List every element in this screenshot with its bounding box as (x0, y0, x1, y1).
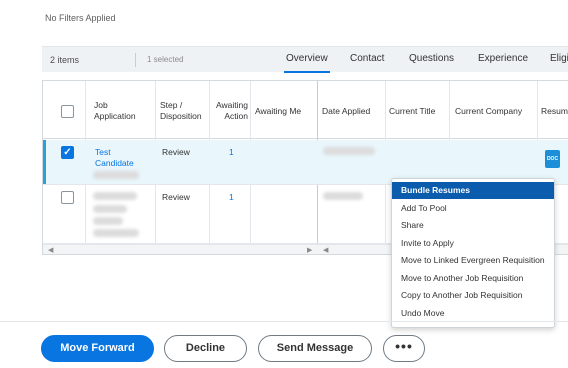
row-checkbox-checked[interactable]: ✓ (61, 146, 74, 159)
table-header: Job Application Step / Disposition Await… (43, 81, 568, 139)
redacted-text (93, 217, 123, 225)
row-checkbox[interactable] (61, 191, 74, 204)
redacted-text (93, 229, 139, 237)
move-forward-button[interactable]: Move Forward (41, 335, 154, 362)
step-value: Review (162, 147, 190, 157)
awaiting-action-link[interactable]: 1 (229, 147, 234, 158)
send-message-button[interactable]: Send Message (258, 335, 372, 362)
more-actions-button[interactable]: ••• (383, 335, 425, 362)
scroll-right-icon[interactable]: ▶ (307, 245, 312, 254)
select-all-checkbox[interactable] (61, 105, 74, 118)
tab-contact[interactable]: Contact (350, 53, 384, 64)
col-current-title[interactable]: Current Title (389, 81, 451, 139)
tab-overview[interactable]: Overview (284, 53, 330, 73)
redacted-text (93, 192, 137, 200)
menu-item-move-another-requisition[interactable]: Move to Another Job Requisition (392, 270, 554, 287)
grid-toolbar: 2 items 1 selected Overview Contact Ques… (42, 46, 568, 73)
menu-item-undo-move[interactable]: Undo Move (392, 305, 554, 322)
scroll-left-icon[interactable]: ◀ (323, 245, 328, 254)
filters-status: No Filters Applied (45, 13, 116, 23)
tab-questions[interactable]: Questions (409, 53, 454, 64)
selected-count: 1 selected (147, 55, 184, 64)
step-value: Review (162, 192, 190, 202)
col-awaiting-me[interactable]: Awaiting Me (255, 81, 315, 139)
decline-button[interactable]: Decline (164, 335, 247, 362)
menu-item-bundle-resumes[interactable]: Bundle Resumes (392, 182, 554, 199)
col-job-application[interactable]: Job Application (94, 81, 154, 139)
menu-item-move-linked-evergreen[interactable]: Move to Linked Evergreen Requisition (392, 252, 554, 269)
menu-item-add-to-pool[interactable]: Add To Pool (392, 200, 554, 217)
menu-item-copy-another-requisition[interactable]: Copy to Another Job Requisition (392, 287, 554, 304)
item-count: 2 items (50, 55, 80, 65)
redacted-date (323, 192, 363, 200)
redacted-date (323, 147, 375, 155)
col-awaiting-action[interactable]: Awaiting Action (210, 81, 248, 139)
tab-eligibility[interactable]: Eligi (550, 53, 568, 64)
doc-icon[interactable]: DOC (545, 150, 560, 168)
tab-experience[interactable]: Experience (478, 53, 528, 64)
toolbar-divider (135, 53, 136, 67)
col-resume[interactable]: Resum (541, 81, 568, 139)
menu-item-share[interactable]: Share (392, 217, 554, 234)
col-date-applied[interactable]: Date Applied (322, 81, 387, 139)
more-actions-menu: Bundle Resumes Add To Pool Share Invite … (391, 178, 555, 328)
footer-divider (0, 321, 568, 322)
redacted-text (93, 171, 139, 179)
col-current-company[interactable]: Current Company (455, 81, 535, 139)
awaiting-action-link[interactable]: 1 (229, 192, 234, 203)
menu-item-invite-to-apply[interactable]: Invite to Apply (392, 235, 554, 252)
redacted-text (93, 205, 127, 213)
candidate-name-link[interactable]: Test Candidate (95, 147, 134, 169)
col-step-disposition[interactable]: Step / Disposition (160, 81, 210, 139)
scroll-left-icon[interactable]: ◀ (48, 245, 53, 254)
